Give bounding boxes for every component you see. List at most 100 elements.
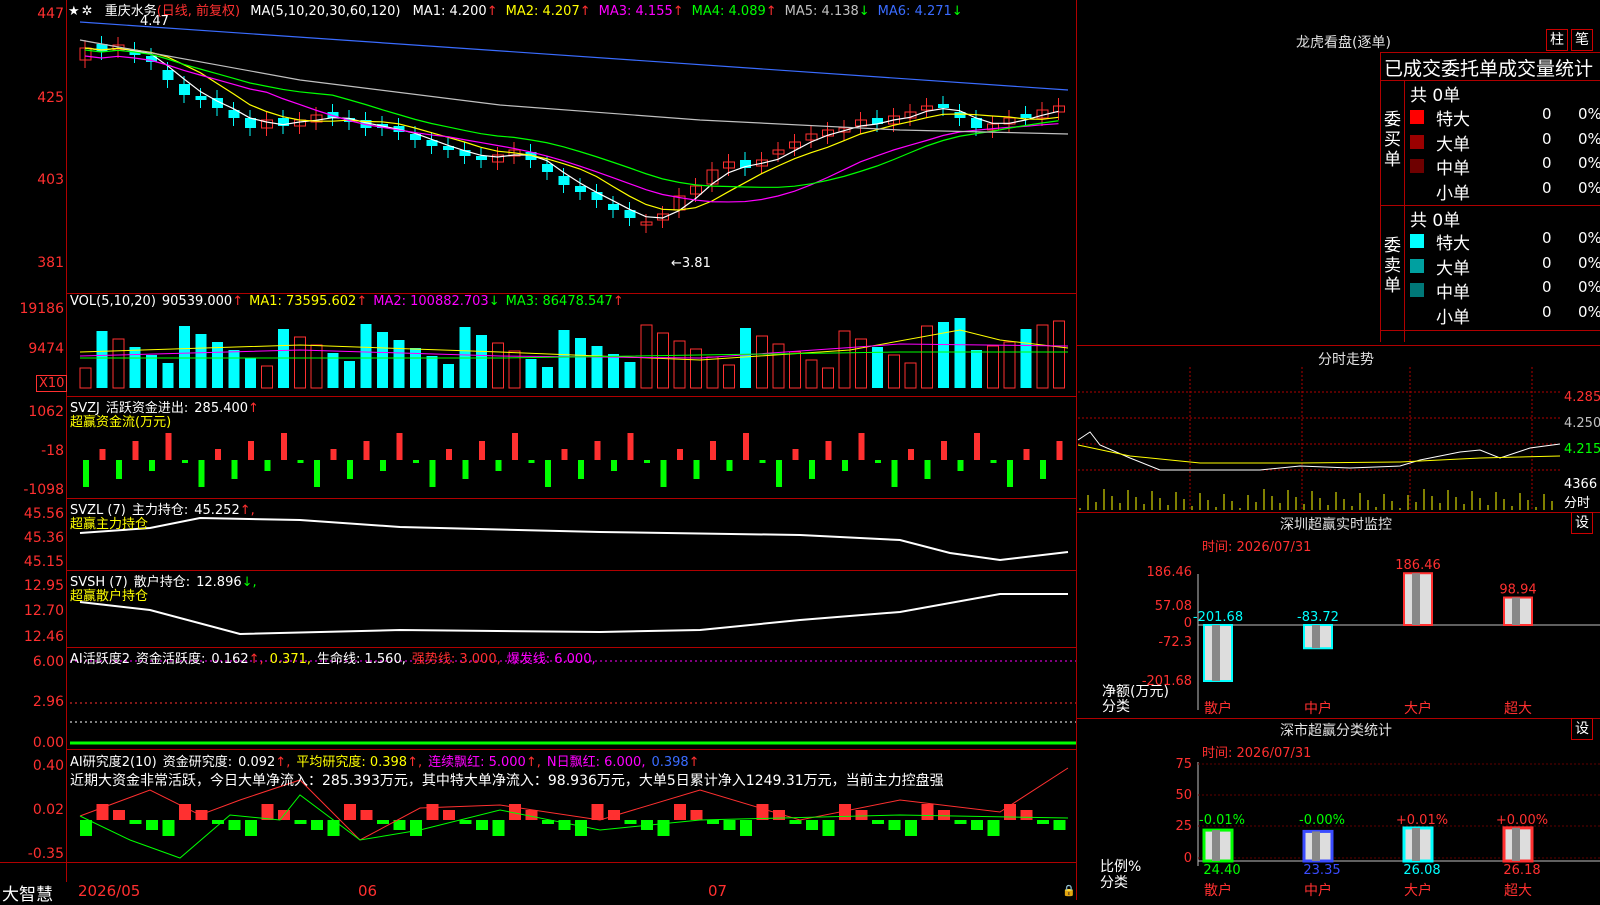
intraday-y: 4.250 bbox=[1564, 416, 1600, 431]
order-row-大单: 大单 0 0% bbox=[1410, 254, 1600, 279]
ai-research-red: 连续飘红: 5.000 bbox=[428, 755, 526, 770]
vol-ma1: MA1: 73595.602 bbox=[249, 294, 357, 309]
volume-bar bbox=[888, 354, 900, 389]
star-icon[interactable]: ★ bbox=[68, 4, 80, 19]
volume-bar bbox=[838, 330, 851, 389]
y-tick: -1098 bbox=[23, 482, 64, 498]
research-bar bbox=[146, 820, 158, 830]
flow-bar bbox=[924, 460, 931, 479]
vol-ma3: MA3: 86478.547 bbox=[505, 294, 613, 309]
flow-bar bbox=[363, 441, 370, 460]
volume-bar bbox=[640, 324, 653, 389]
research-bar bbox=[162, 820, 175, 836]
order-row-中单: 中单 0 0% bbox=[1410, 154, 1600, 179]
flow-bar bbox=[759, 460, 766, 463]
classify-settings-button[interactable]: 设 bbox=[1571, 718, 1593, 740]
volume-bar bbox=[129, 347, 141, 388]
order-row-中单: 中单 0 0% bbox=[1410, 278, 1600, 303]
flow-bar bbox=[941, 441, 947, 460]
ma-arrow: ↓ bbox=[951, 4, 963, 19]
classify-y-tick: 75 bbox=[1175, 757, 1192, 772]
svsh-sub: 超赢散户持仓 bbox=[70, 589, 149, 604]
research-bar bbox=[674, 804, 686, 820]
flow-bar bbox=[528, 460, 535, 463]
flow-bar bbox=[231, 460, 238, 479]
research-bar bbox=[476, 820, 488, 830]
ai-research-nday: N日飘红: 6.000, bbox=[546, 755, 646, 770]
lock-icon[interactable]: 🔒 bbox=[1062, 884, 1076, 897]
research-bar bbox=[261, 804, 274, 820]
flow-bar bbox=[429, 460, 436, 487]
ai-active-header: AI活跃度2 资金活跃度: 0.162↑, 0.371, 生命线: 1.560, 强势线:… bbox=[70, 648, 602, 667]
tick-mode-button[interactable]: 笔 bbox=[1571, 29, 1593, 51]
y-tick: 425 bbox=[37, 90, 64, 106]
flow-bar bbox=[132, 441, 139, 460]
dragon-title: 龙虎看盘(逐单) bbox=[1296, 35, 1391, 51]
classify-bar-label: 散户 bbox=[1204, 882, 1232, 899]
classify-y-tick: 50 bbox=[1175, 788, 1192, 803]
ai-active-burst: 爆发线: 6.000, bbox=[506, 652, 596, 667]
color-swatch bbox=[1410, 258, 1424, 273]
monitor-bar-value: -201.68 bbox=[1193, 610, 1243, 625]
classify-bar-shade bbox=[1212, 830, 1220, 861]
classify-left-label2: 分类 bbox=[1100, 875, 1128, 891]
monitor-y-tick: 57.08 bbox=[1155, 599, 1192, 614]
ai-active-strong: 强势线: 3.000, bbox=[411, 652, 501, 667]
svzl-sub: 超赢主力持仓 bbox=[70, 517, 149, 532]
flow-bar bbox=[264, 460, 271, 471]
ma-arrow: ↑ bbox=[672, 4, 684, 19]
monitor-bar bbox=[1303, 624, 1333, 650]
flow-bar bbox=[1023, 449, 1030, 460]
ma-value-6: MA6: 4.271 bbox=[877, 4, 952, 19]
order-row-小单: 小单 0 0% bbox=[1410, 179, 1600, 204]
research-bar bbox=[195, 810, 208, 820]
monitor-bar-shade bbox=[1512, 597, 1520, 625]
volume-bar bbox=[344, 361, 355, 388]
y-tick: 45.36 bbox=[23, 530, 64, 546]
flow-bar bbox=[314, 460, 320, 487]
kline-chart[interactable] bbox=[0, 0, 1076, 882]
research-bar bbox=[921, 804, 934, 820]
research-bar bbox=[740, 820, 752, 836]
monitor-y-tick: 186.46 bbox=[1147, 565, 1193, 580]
classify-bar-label: 超大 bbox=[1504, 883, 1532, 899]
flow-bar bbox=[1007, 460, 1013, 487]
research-bar bbox=[756, 804, 769, 820]
volume-bar bbox=[1020, 329, 1032, 388]
flow-bar bbox=[380, 460, 386, 471]
candle-body bbox=[608, 204, 619, 210]
monitor-bar-shade bbox=[1312, 625, 1320, 649]
ai-research-arrow: ↑, bbox=[275, 755, 291, 770]
bar-mode-button[interactable]: 柱 bbox=[1546, 29, 1568, 51]
classify-bar-value: 23.35 bbox=[1303, 863, 1340, 878]
ma-value-2: MA2: 4.207 bbox=[505, 4, 580, 19]
order-type: 小单 bbox=[1436, 183, 1470, 204]
color-swatch bbox=[1410, 159, 1424, 173]
flow-bar bbox=[1056, 441, 1063, 460]
vol-title: VOL(5,10,20) bbox=[70, 294, 156, 309]
order-count: 0 bbox=[1542, 302, 1552, 321]
classify-bar-change: -0.00% bbox=[1299, 813, 1345, 828]
ai-active-life: 生命线: 1.560, bbox=[317, 652, 406, 667]
classify-bar-value: 26.18 bbox=[1503, 863, 1540, 878]
monitor-settings-button[interactable]: 设 bbox=[1571, 512, 1593, 534]
flow-bar bbox=[644, 460, 650, 463]
ma2-line bbox=[84, 47, 1059, 211]
flow-bar bbox=[578, 460, 584, 479]
volume-bar bbox=[657, 332, 669, 389]
stats-title: 已成交委托单成交量统计 bbox=[1384, 58, 1594, 80]
intraday-vol-label: 分时 bbox=[1564, 496, 1591, 511]
flow-bar bbox=[891, 460, 898, 487]
intraday-avg-line bbox=[1077, 444, 1561, 464]
flow-bar bbox=[561, 449, 568, 460]
order-pct: 0% bbox=[1578, 302, 1600, 321]
order-pct: 0% bbox=[1578, 154, 1600, 172]
settings-dot-icon[interactable]: ✲ bbox=[82, 4, 93, 19]
classify-bar bbox=[1202, 828, 1234, 863]
main-holding-line bbox=[79, 516, 1069, 562]
volume-bar bbox=[492, 342, 504, 389]
volume-bar bbox=[525, 359, 537, 388]
flow-bar bbox=[875, 460, 881, 463]
monitor-bar-label: 中户 bbox=[1304, 700, 1332, 717]
volume-bar bbox=[96, 331, 108, 388]
